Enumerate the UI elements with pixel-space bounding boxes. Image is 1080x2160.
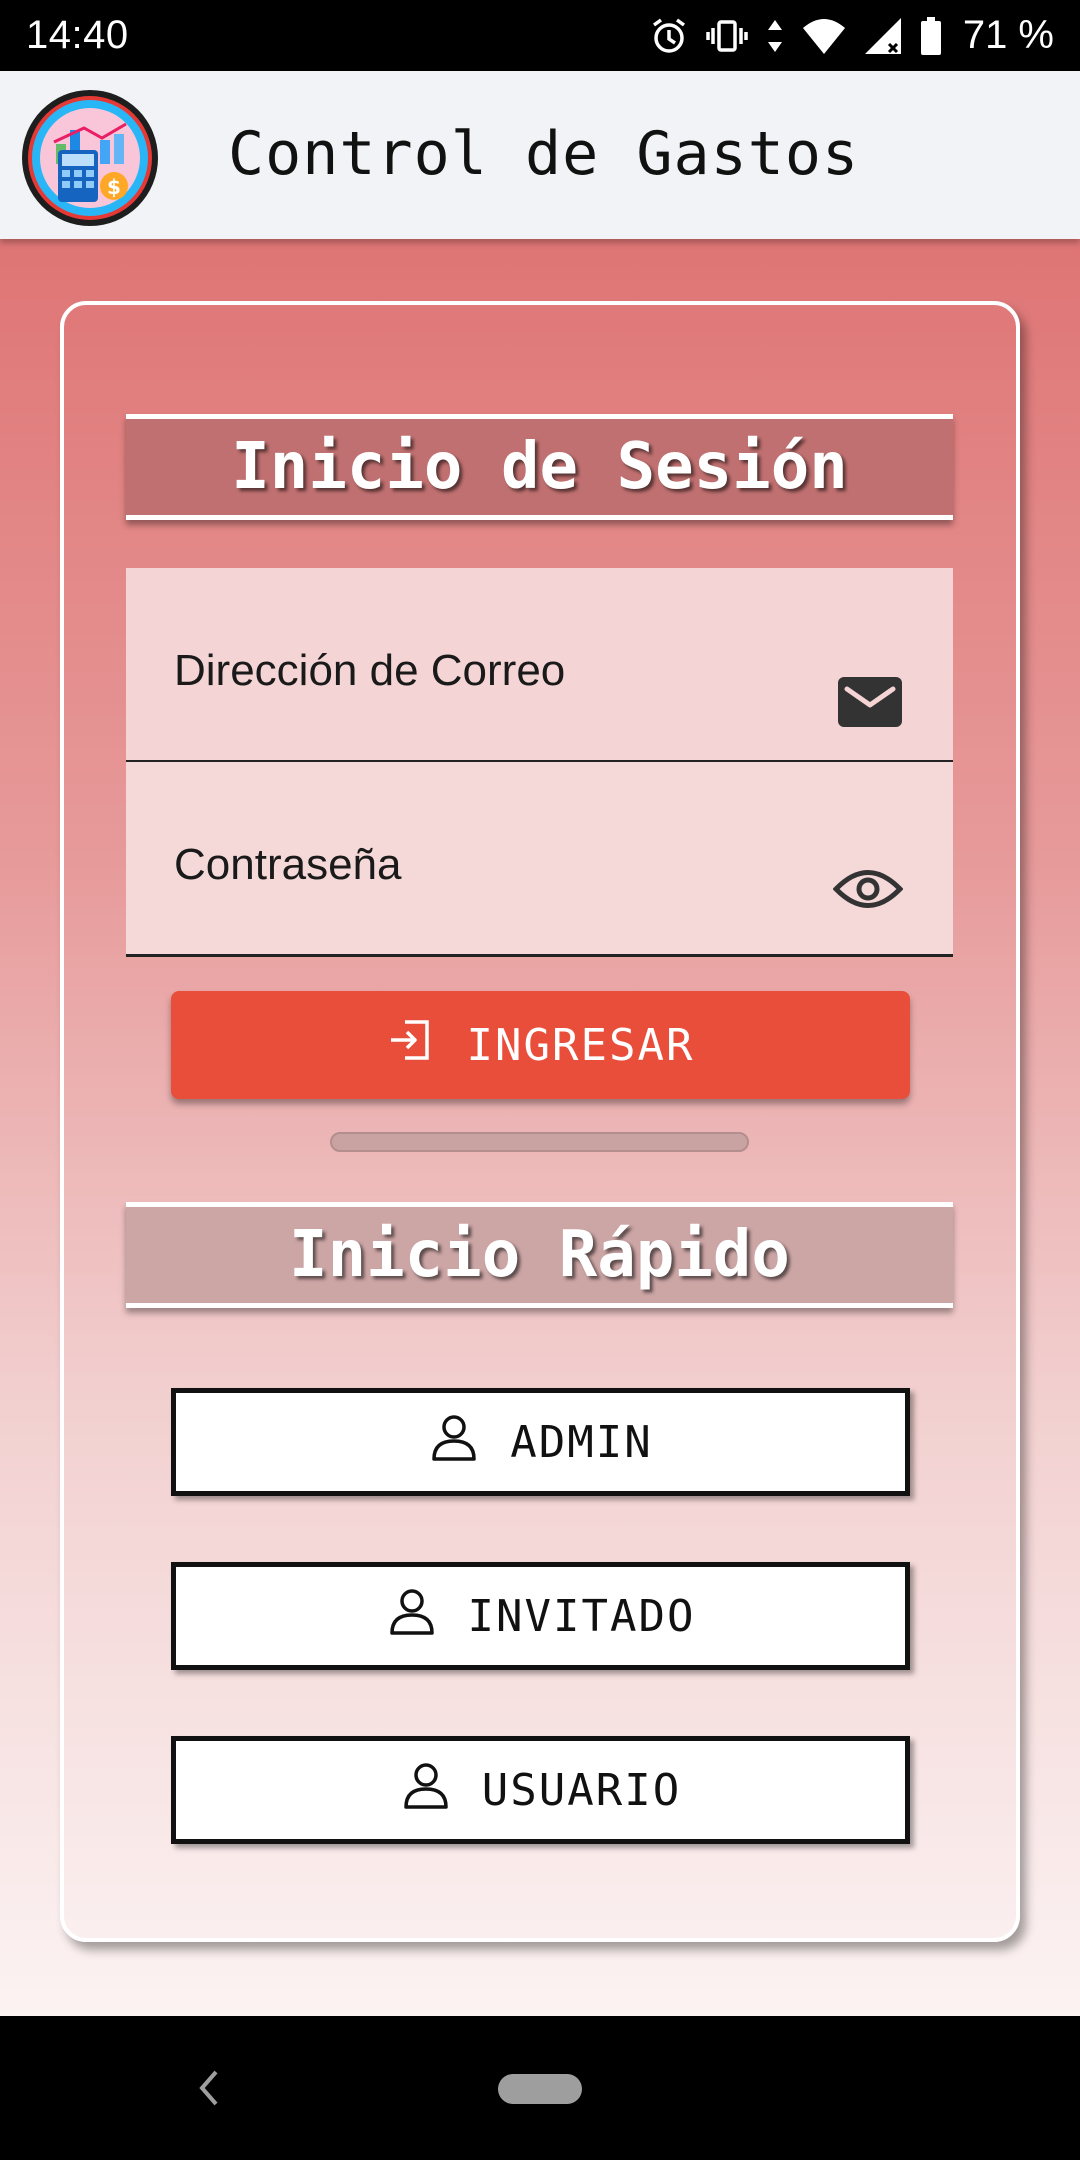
- app-title: Control de Gastos: [228, 119, 860, 189]
- back-icon[interactable]: [196, 2068, 220, 2113]
- user-button-label: USUARIO: [481, 1764, 682, 1816]
- person-icon: [400, 1759, 452, 1822]
- status-icons: 71 %: [649, 13, 1054, 58]
- app-logo: $: [22, 90, 158, 226]
- quick-start-header: Inicio Rápido: [126, 1202, 953, 1308]
- alarm-icon: [649, 16, 689, 56]
- app-bar: $ Control de Gastos: [0, 71, 1080, 239]
- admin-button-label: ADMIN: [510, 1416, 653, 1468]
- battery-icon: [919, 16, 943, 56]
- login-button[interactable]: INGRESAR: [171, 991, 910, 1099]
- mail-icon: [837, 676, 903, 733]
- signal-icon: [863, 16, 903, 56]
- guest-button[interactable]: INVITADO: [171, 1562, 910, 1670]
- email-field-label: Dirección de Correo: [174, 646, 566, 695]
- person-icon: [428, 1411, 480, 1474]
- password-field[interactable]: Contraseña: [126, 762, 953, 957]
- admin-button[interactable]: ADMIN: [171, 1388, 910, 1496]
- eye-icon[interactable]: [832, 864, 904, 919]
- email-field[interactable]: Dirección de Correo: [126, 568, 953, 763]
- vibrate-icon: [705, 16, 749, 56]
- person-icon: [386, 1585, 438, 1648]
- login-button-label: INGRESAR: [466, 1019, 695, 1071]
- guest-button-label: INVITADO: [467, 1590, 696, 1642]
- progress-bar: [330, 1132, 749, 1152]
- home-pill[interactable]: [498, 2074, 582, 2104]
- svg-text:$: $: [107, 175, 121, 199]
- data-arrows-icon: [765, 16, 785, 56]
- user-button[interactable]: USUARIO: [171, 1736, 910, 1844]
- battery-percent: 71 %: [962, 13, 1054, 57]
- status-time: 14:40: [26, 13, 129, 57]
- password-field-label: Contraseña: [174, 840, 402, 889]
- wifi-icon: [801, 16, 847, 56]
- login-card: [60, 301, 1020, 1942]
- login-icon: [387, 1016, 435, 1075]
- login-section-header: Inicio de Sesión: [126, 414, 953, 520]
- status-bar: 14:40 71 %: [0, 0, 1080, 71]
